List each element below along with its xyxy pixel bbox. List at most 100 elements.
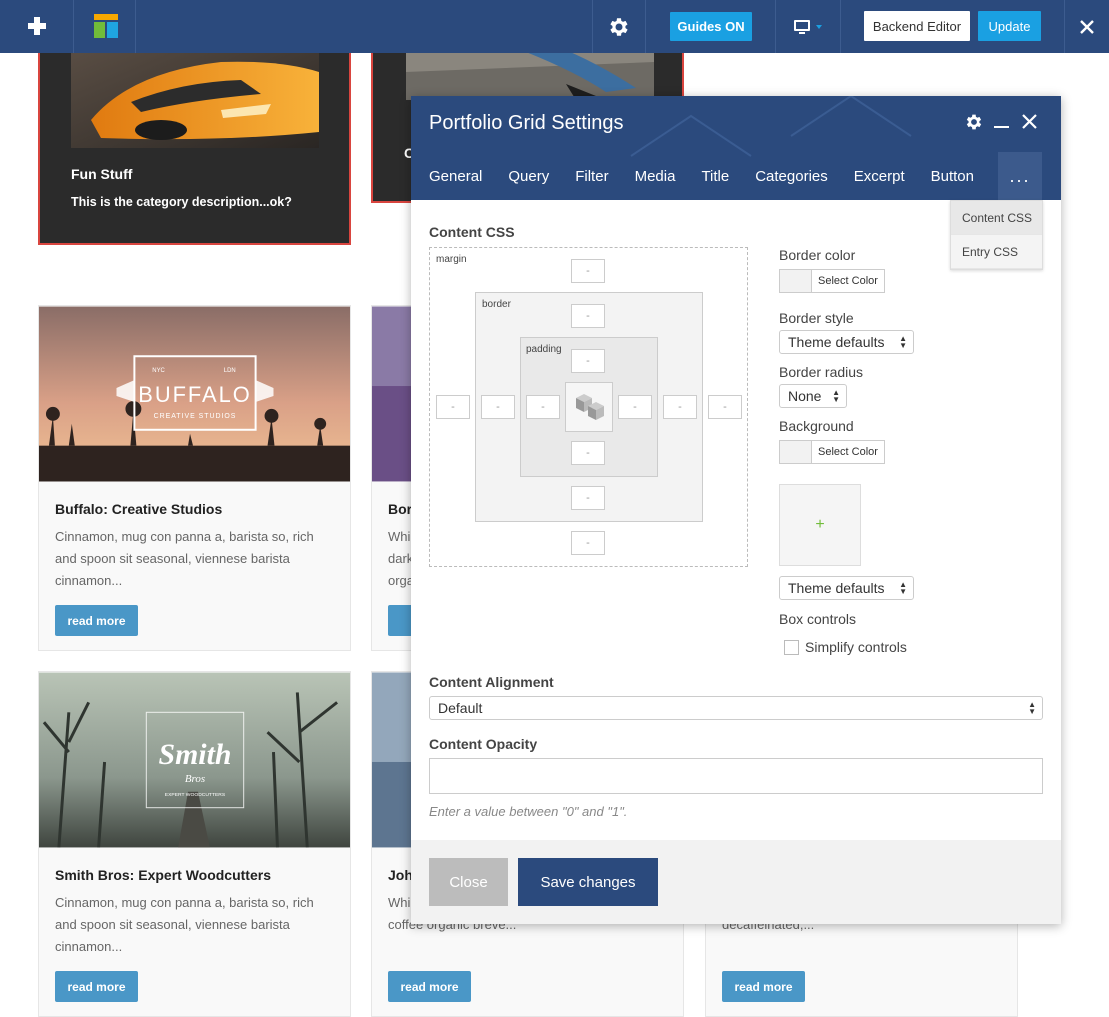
border-top-input[interactable]: -	[571, 304, 605, 328]
gear-icon[interactable]	[964, 112, 984, 132]
dialog-tabs: General Query Filter Media Title Categor…	[429, 152, 1000, 200]
svg-text:CREATIVE STUDIOS: CREATIVE STUDIOS	[154, 413, 237, 420]
save-changes-button[interactable]: Save changes	[518, 858, 658, 906]
tab-general[interactable]: General	[429, 168, 482, 185]
monitor-icon	[794, 20, 810, 31]
tab-excerpt[interactable]: Excerpt	[854, 168, 905, 185]
margin-left-input[interactable]: -	[436, 395, 470, 419]
dialog-header[interactable]: Portfolio Grid Settings General Query Fi…	[411, 96, 1061, 200]
minimize-icon[interactable]	[994, 126, 1009, 128]
border-style-select[interactable]: Theme defaults ▲ ▼	[779, 330, 914, 354]
add-element-button[interactable]	[0, 0, 74, 53]
forest-image: Smith Bros EXPERT WOODCUTTERS	[39, 672, 350, 848]
read-more-button[interactable]: read more	[722, 971, 805, 1002]
dropdown-item-content-css[interactable]: Content CSS	[951, 201, 1042, 235]
content-alignment-label: Content Alignment	[429, 674, 554, 690]
select-arrows-icon: ▲ ▼	[899, 334, 907, 350]
page-settings-button[interactable]	[592, 0, 646, 53]
card-excerpt: Cinnamon, mug con panna a, barista so, r…	[55, 529, 314, 588]
padding-left-input[interactable]: -	[526, 395, 560, 419]
padding-label: padding	[526, 344, 562, 355]
portfolio-grid-settings-dialog: Portfolio Grid Settings General Query Fi…	[411, 96, 1061, 924]
svg-text:Bros: Bros	[185, 773, 205, 785]
svg-text:EXPERT WOODCUTTERS: EXPERT WOODCUTTERS	[165, 792, 226, 798]
tab-query[interactable]: Query	[508, 168, 549, 185]
plus-icon: +	[815, 516, 825, 533]
card-title[interactable]: Bor	[388, 501, 412, 517]
composer-cube-icon	[576, 394, 604, 420]
composer-logo-icon[interactable]	[74, 0, 136, 53]
simplify-controls-label[interactable]: Simplify controls	[805, 639, 907, 655]
select-arrows-icon: ▲ ▼	[1028, 700, 1036, 716]
padding-bottom-input[interactable]: -	[571, 441, 605, 465]
dropdown-item-entry-css[interactable]: Entry CSS	[951, 235, 1042, 269]
border-label: border	[482, 299, 511, 310]
category-card-fun-stuff[interactable]: Fun Stuff This is the category descripti…	[38, 40, 351, 245]
caret-down-icon	[816, 25, 822, 29]
background-color-picker[interactable]: Select Color	[779, 440, 885, 464]
svg-text:LDN: LDN	[224, 368, 236, 374]
card-excerpt: Cinnamon, mug con panna a, barista so, r…	[55, 895, 314, 954]
content-alignment-select[interactable]: Default ▲ ▼	[429, 696, 1043, 720]
close-editor-button[interactable]	[1064, 0, 1109, 53]
border-left-input[interactable]: -	[481, 395, 515, 419]
portfolio-card-smith-bros[interactable]: Smith Bros EXPERT WOODCUTTERS Smith Bros…	[38, 671, 351, 1017]
portfolio-card-buffalo[interactable]: NYC LDN BUFFALO CREATIVE STUDIOS Buffalo…	[38, 305, 351, 651]
tab-categories[interactable]: Categories	[755, 168, 828, 185]
margin-bottom-input[interactable]: -	[571, 531, 605, 555]
background-image-upload[interactable]: +	[779, 484, 861, 566]
read-more-button[interactable]: read more	[55, 605, 138, 636]
border-style-value: Theme defaults	[788, 334, 885, 350]
border-bottom-input[interactable]: -	[571, 486, 605, 510]
padding-top-input[interactable]: -	[571, 349, 605, 373]
responsive-preview-button[interactable]	[775, 0, 841, 53]
guides-toggle-button[interactable]: Guides ON	[670, 12, 752, 41]
card-title[interactable]: Smith Bros: Expert Woodcutters	[55, 867, 271, 883]
gear-icon	[610, 17, 628, 36]
card-title: Fun Stuff	[71, 166, 133, 182]
select-arrows-icon: ▲ ▼	[832, 388, 840, 404]
update-button[interactable]: Update	[978, 11, 1041, 41]
border-right-input[interactable]: -	[663, 395, 697, 419]
tab-more[interactable]: ...	[998, 152, 1042, 200]
content-opacity-label: Content Opacity	[429, 736, 538, 752]
border-color-label: Border color	[779, 247, 856, 263]
tab-title[interactable]: Title	[701, 168, 729, 185]
select-arrows-icon: ▲ ▼	[899, 580, 907, 596]
read-more-button[interactable]: read more	[388, 971, 471, 1002]
close-icon[interactable]	[1022, 114, 1037, 129]
tab-filter[interactable]: Filter	[575, 168, 608, 185]
content-box	[565, 382, 613, 432]
simplify-controls-checkbox[interactable]	[784, 640, 799, 655]
read-more-button[interactable]: read more	[55, 971, 138, 1002]
padding-right-input[interactable]: -	[618, 395, 652, 419]
margin-right-input[interactable]: -	[708, 395, 742, 419]
dialog-footer: Close Save changes	[411, 840, 1061, 924]
border-color-picker[interactable]: Select Color	[779, 269, 885, 293]
close-icon	[1080, 19, 1094, 34]
svg-text:BUFFALO: BUFFALO	[138, 382, 251, 407]
border-radius-select[interactable]: None ▲ ▼	[779, 384, 847, 408]
tab-button[interactable]: Button	[931, 168, 974, 185]
svg-text:Smith: Smith	[159, 738, 232, 771]
content-alignment-value: Default	[438, 700, 483, 716]
backend-editor-button[interactable]: Backend Editor	[864, 11, 970, 41]
svg-text:NYC: NYC	[152, 368, 165, 374]
select-color-label: Select Color	[812, 441, 884, 463]
close-button[interactable]: Close	[429, 858, 508, 906]
card-title[interactable]: Buffalo: Creative Studios	[55, 501, 222, 517]
dialog-title: Portfolio Grid Settings	[429, 112, 624, 134]
box-controls-label: Box controls	[779, 611, 857, 627]
opacity-hint: Enter a value between "0" and "1".	[429, 804, 628, 819]
select-color-label: Select Color	[812, 270, 884, 292]
background-style-select[interactable]: Theme defaults ▲ ▼	[779, 576, 914, 600]
background-style-value: Theme defaults	[788, 580, 885, 596]
color-swatch	[780, 270, 812, 292]
margin-label: margin	[436, 254, 467, 265]
margin-top-input[interactable]: -	[571, 259, 605, 283]
buffalo-image: NYC LDN BUFFALO CREATIVE STUDIOS	[39, 306, 350, 482]
tab-media[interactable]: Media	[635, 168, 676, 185]
top-toolbar: Guides ON Backend Editor Update	[0, 0, 1109, 53]
border-style-label: Border style	[779, 310, 854, 326]
content-opacity-input[interactable]	[429, 758, 1043, 794]
